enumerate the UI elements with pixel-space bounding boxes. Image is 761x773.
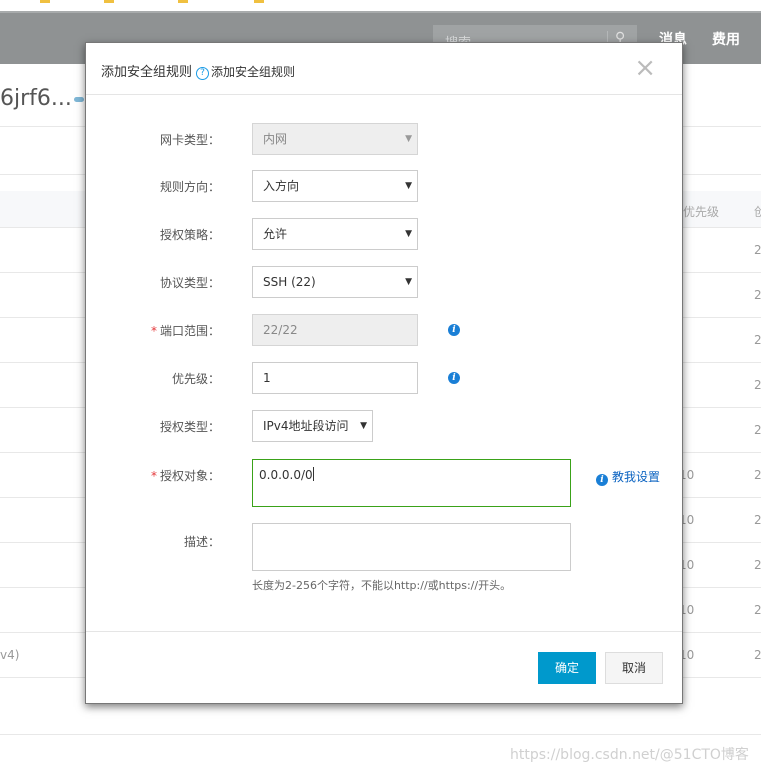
port-range-input: 22/22 [252,314,418,346]
browser-bookmarks-bar [0,0,761,11]
help-link[interactable]: 添加安全组规则 [211,65,295,79]
dialog-title: 添加安全组规则? 添加安全组规则 [101,61,295,80]
bookmark-icon[interactable] [254,0,264,3]
auth-object-textarea[interactable]: 0.0.0.0/0 [252,459,571,507]
table-cell: 2 [754,378,761,392]
info-icon[interactable]: i [448,372,460,384]
add-security-group-rule-dialog: 添加安全组规则? 添加安全组规则 × 网卡类型： 内网 ▼ 规则方向： 入方向 ▼… [85,42,683,704]
port-range-label-text: 端口范围： [159,324,220,338]
row-divider [0,734,761,735]
chevron-down-icon: ▼ [405,181,412,191]
priority-value: 1 [263,371,271,385]
chevron-down-icon: ▼ [360,421,367,431]
policy-label: 授权策略： [159,228,220,242]
policy-value: 允许 [263,227,288,241]
close-icon[interactable]: × [634,55,656,81]
description-label: 描述： [183,535,220,549]
auth-type-select[interactable]: IPv4地址段访问 ▼ [252,410,373,442]
protocol-value: SSH (22) [263,275,316,289]
table-cell: 2 [754,288,761,302]
bookmark-icon[interactable] [178,0,188,3]
table-cell: 2 [754,513,761,527]
watermark: https://blog.csdn.net/@51CTO博客 [510,747,749,763]
priority-label: 优先级： [171,372,220,386]
info-icon[interactable]: i [448,324,460,336]
direction-label: 规则方向： [159,180,220,194]
info-icon: i [596,474,608,486]
column-header-created: 创 [754,205,761,219]
chevron-down-icon: ▼ [405,134,412,144]
table-cell: 2 [754,468,761,482]
chevron-down-icon: ▼ [405,229,412,239]
auth-object-value: 0.0.0.0/0 [259,468,313,482]
table-cell: 2 [754,333,761,347]
text-cursor [312,467,314,481]
nic-type-label: 网卡类型： [159,133,220,147]
direction-value: 入方向 [263,179,300,193]
auth-type-value: IPv4地址段访问 [263,419,349,433]
auth-object-label-text: 授权对象： [159,469,220,483]
nav-billing[interactable]: 费用 [712,29,740,49]
help-icon[interactable]: ? [196,67,210,80]
table-cell: 2 [754,423,761,437]
auth-object-label: * 授权对象： [151,467,220,484]
direction-select[interactable]: 入方向 ▼ [252,170,418,202]
cloud-icon [74,97,84,102]
port-range-label: * 端口范围： [151,322,220,339]
confirm-button[interactable]: 确定 [538,652,596,684]
description-hint: 长度为2-256个字符，不能以http://或https://开头。 [252,579,512,592]
cancel-button[interactable]: 取消 [605,652,663,684]
teach-me-text: 教我设置 [612,470,661,484]
description-textarea[interactable] [252,523,571,571]
chevron-down-icon: ▼ [405,277,412,287]
policy-select[interactable]: 允许 ▼ [252,218,418,250]
dialog-title-text: 添加安全组规则 [101,65,193,80]
column-header-priority: 优先级 [683,205,720,219]
table-cell: 2 [754,558,761,572]
port-range-value: 22/22 [263,323,298,337]
table-cell: 2 [754,603,761,617]
bookmark-icon[interactable] [104,0,114,3]
dialog-footer-divider [86,631,682,632]
table-cell: 2 [754,648,761,662]
nic-type-value: 内网 [263,132,288,146]
protocol-label: 协议类型： [159,276,220,290]
required-marker: * [150,469,157,483]
auth-type-label: 授权类型： [159,420,220,434]
instance-title: 6jrf6... [0,86,72,111]
dialog-header: 添加安全组规则? 添加安全组规则 × [86,43,682,95]
protocol-select[interactable]: SSH (22) ▼ [252,266,418,298]
required-marker: * [150,324,157,338]
table-cell: 2 [754,243,761,257]
table-cell: v4) [0,648,20,662]
teach-me-link[interactable]: i 教我设置 [596,468,660,486]
nic-type-select: 内网 ▼ [252,123,418,155]
priority-input[interactable]: 1 [252,362,418,394]
bookmark-icon[interactable] [40,0,50,3]
